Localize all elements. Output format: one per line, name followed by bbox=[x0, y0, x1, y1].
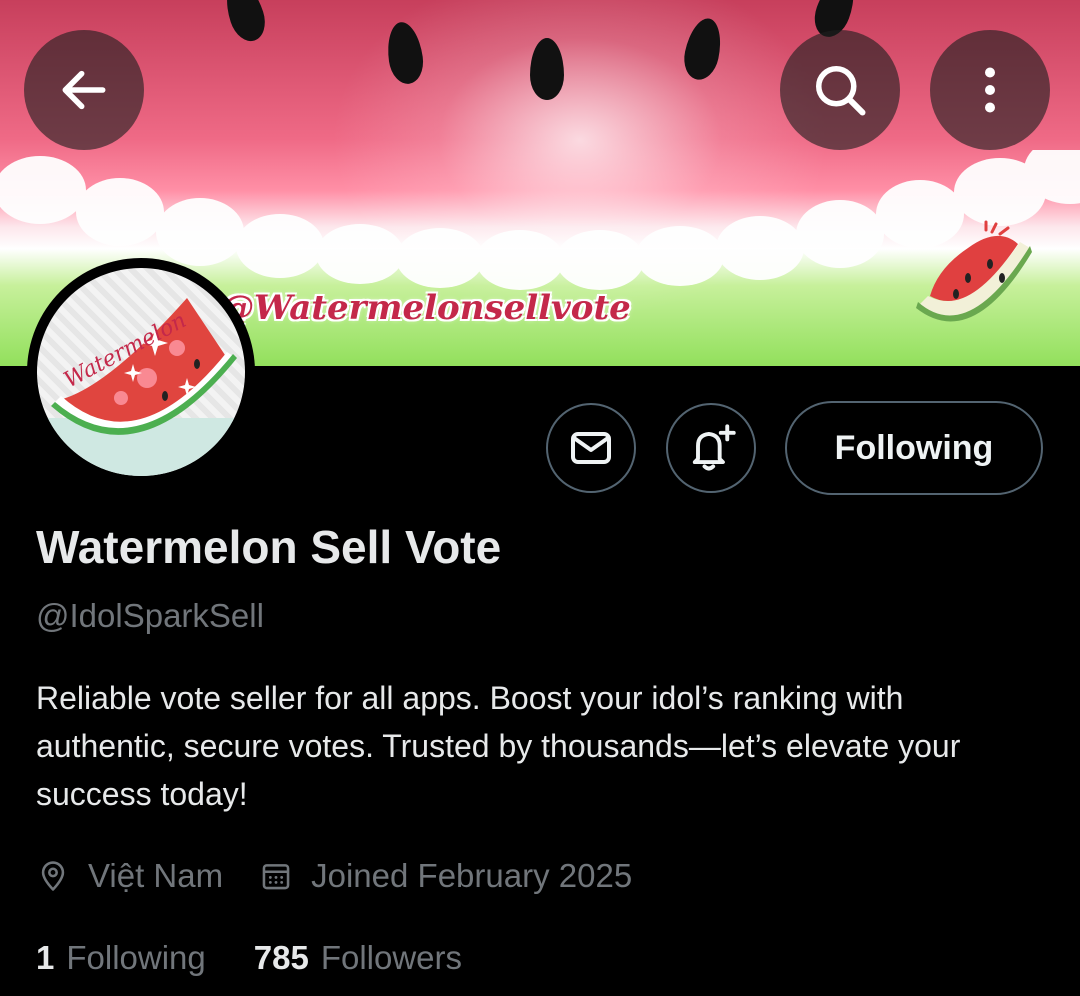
location-text: Việt Nam bbox=[88, 857, 224, 894]
following-button[interactable]: Following bbox=[785, 401, 1043, 495]
joined-item: Joined February 2025 bbox=[259, 857, 632, 895]
followers-label: Followers bbox=[320, 939, 463, 976]
envelope-icon bbox=[571, 432, 611, 464]
notifications-button[interactable] bbox=[666, 403, 756, 493]
more-vertical-icon bbox=[985, 67, 995, 113]
location-item: Việt Nam bbox=[36, 857, 223, 895]
more-options-button[interactable] bbox=[930, 30, 1050, 150]
joined-text: Joined February 2025 bbox=[311, 857, 633, 894]
bell-plus-icon bbox=[692, 424, 736, 471]
watermelon-slice-icon bbox=[916, 220, 1032, 322]
following-count: 1 bbox=[36, 939, 55, 976]
following-label: Following bbox=[66, 939, 206, 976]
display-name: Watermelon Sell Vote bbox=[36, 521, 502, 573]
followers-count: 785 bbox=[253, 939, 309, 976]
back-button[interactable] bbox=[24, 30, 144, 150]
profile-meta: Việt Nam Joined February 2025 bbox=[36, 852, 632, 900]
followers-count-link[interactable]: 785 Followers bbox=[254, 939, 462, 977]
search-button[interactable] bbox=[780, 30, 900, 150]
profile-stats: 1 Following 785 Followers bbox=[36, 935, 462, 981]
location-pin-icon bbox=[36, 859, 70, 893]
profile-bio: Reliable vote seller for all apps. Boost… bbox=[36, 680, 961, 812]
avatar[interactable]: Watermelon bbox=[27, 258, 255, 486]
avatar-image: Watermelon bbox=[37, 268, 245, 476]
watermelon-logo-icon: Watermelon bbox=[37, 298, 245, 476]
user-handle: @IdolSparkSell bbox=[36, 597, 264, 634]
following-count-link[interactable]: 1 Following bbox=[36, 939, 206, 977]
calendar-icon bbox=[259, 859, 293, 893]
message-button[interactable] bbox=[546, 403, 636, 493]
banner-seed bbox=[219, 0, 271, 46]
search-icon bbox=[816, 66, 866, 116]
banner-handle-text: @Watermelonsellvote bbox=[220, 288, 631, 328]
arrow-left-icon bbox=[62, 70, 106, 110]
